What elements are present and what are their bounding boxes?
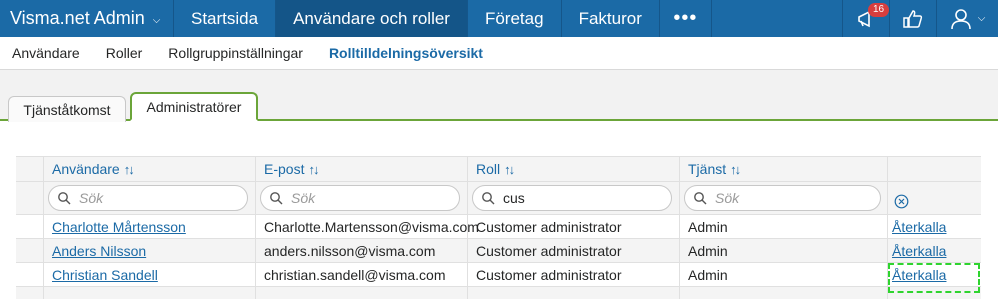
feedback-button[interactable] [889, 0, 936, 37]
chevron-down-icon: ⌵ [977, 13, 986, 24]
table-header-row: Användare ↑↓ E-post ↑↓ Roll ↑↓ Tjänst ↑↓ [16, 156, 981, 182]
app-switcher[interactable]: Visma.net Admin ⌵ [0, 0, 174, 37]
subnav-rolegroup-settings[interactable]: Rollgruppinställningar [168, 45, 303, 61]
more-menu-icon[interactable]: ••• [660, 0, 712, 37]
sort-icon[interactable]: ↑↓ [504, 162, 515, 177]
tab-service-access[interactable]: Tjänståtkomst [8, 96, 126, 122]
brand-title: Visma.net Admin [10, 8, 145, 28]
nav-companies[interactable]: Företag [468, 0, 562, 37]
thumbs-icon [903, 9, 923, 28]
sort-icon[interactable]: ↑↓ [124, 162, 135, 177]
notifications-button[interactable]: 16 [842, 0, 890, 37]
role-search-input[interactable]: cus [472, 185, 672, 211]
column-header-email[interactable]: E-post ↑↓ [256, 157, 468, 181]
role-search-value: cus [503, 190, 525, 206]
nav-startsida[interactable]: Startsida [174, 0, 277, 37]
search-icon [694, 192, 707, 205]
table-row: Charlotte Mårtensson Charlotte.Martensso… [16, 215, 981, 239]
column-header-service[interactable]: Tjänst ↑↓ [680, 157, 888, 181]
search-placeholder: Sök [291, 190, 316, 206]
email-search-input[interactable]: Sök [260, 185, 460, 211]
column-header-user[interactable]: Användare ↑↓ [44, 157, 256, 181]
subnav-roles[interactable]: Roller [106, 45, 143, 61]
sub-navigation: Användare Roller Rollgruppinställningar … [0, 37, 998, 70]
search-icon [58, 192, 71, 205]
search-icon [482, 192, 495, 205]
table-row: Anders Nilsson anders.nilsson@visma.com … [16, 239, 981, 263]
nav-invoices[interactable]: Fakturor [562, 0, 660, 37]
email-cell: christian.sandell@visma.com [256, 263, 468, 286]
search-placeholder: Sök [715, 190, 740, 206]
subnav-users[interactable]: Användare [12, 45, 80, 61]
user-link[interactable]: Charlotte Mårtensson [52, 219, 186, 235]
tab-administrators[interactable]: Administratörer [130, 92, 258, 121]
column-header-role[interactable]: Roll ↑↓ [468, 157, 680, 181]
service-cell: Admin [680, 263, 888, 286]
chevron-down-icon: ⌵ [152, 14, 161, 26]
role-cell: Customer administrator [468, 239, 680, 262]
table-row-empty [16, 287, 981, 299]
administrators-table: Användare ↑↓ E-post ↑↓ Roll ↑↓ Tjänst ↑↓ Sök… [16, 156, 981, 299]
user-link[interactable]: Christian Sandell [52, 267, 158, 283]
user-search-input[interactable]: Sök [48, 185, 248, 211]
table-filter-row: Sök Sök cus Sök [16, 182, 981, 215]
notification-count-badge: 16 [868, 3, 890, 17]
top-navigation-bar: Visma.net Admin ⌵ Startsida Användare oc… [0, 0, 998, 37]
service-cell: Admin [680, 215, 888, 238]
sort-icon[interactable]: ↑↓ [308, 162, 319, 177]
subnav-role-assignment-overview[interactable]: Rolltilldelningsöversikt [329, 45, 483, 61]
search-icon [270, 192, 283, 205]
user-icon [950, 8, 971, 29]
role-cell: Customer administrator [468, 263, 680, 286]
email-cell: anders.nilsson@visma.com [256, 239, 468, 262]
clear-filters-icon[interactable] [894, 194, 909, 209]
role-cell: Customer administrator [468, 215, 680, 238]
user-menu-button[interactable]: ⌵ [936, 0, 998, 37]
revoke-link[interactable]: Återkalla [892, 219, 946, 235]
revoke-link-highlighted[interactable]: Återkalla [887, 262, 981, 293]
nav-users-and-roles[interactable]: Användare och roller [276, 0, 468, 37]
table-row: Christian Sandell christian.sandell@vism… [16, 262, 981, 293]
service-cell: Admin [680, 239, 888, 262]
email-cell: Charlotte.Martensson@visma.com [256, 215, 479, 238]
sort-icon[interactable]: ↑↓ [730, 162, 741, 177]
user-link[interactable]: Anders Nilsson [52, 243, 146, 259]
search-placeholder: Sök [79, 190, 104, 206]
service-search-input[interactable]: Sök [684, 185, 881, 211]
revoke-link[interactable]: Återkalla [892, 243, 946, 259]
